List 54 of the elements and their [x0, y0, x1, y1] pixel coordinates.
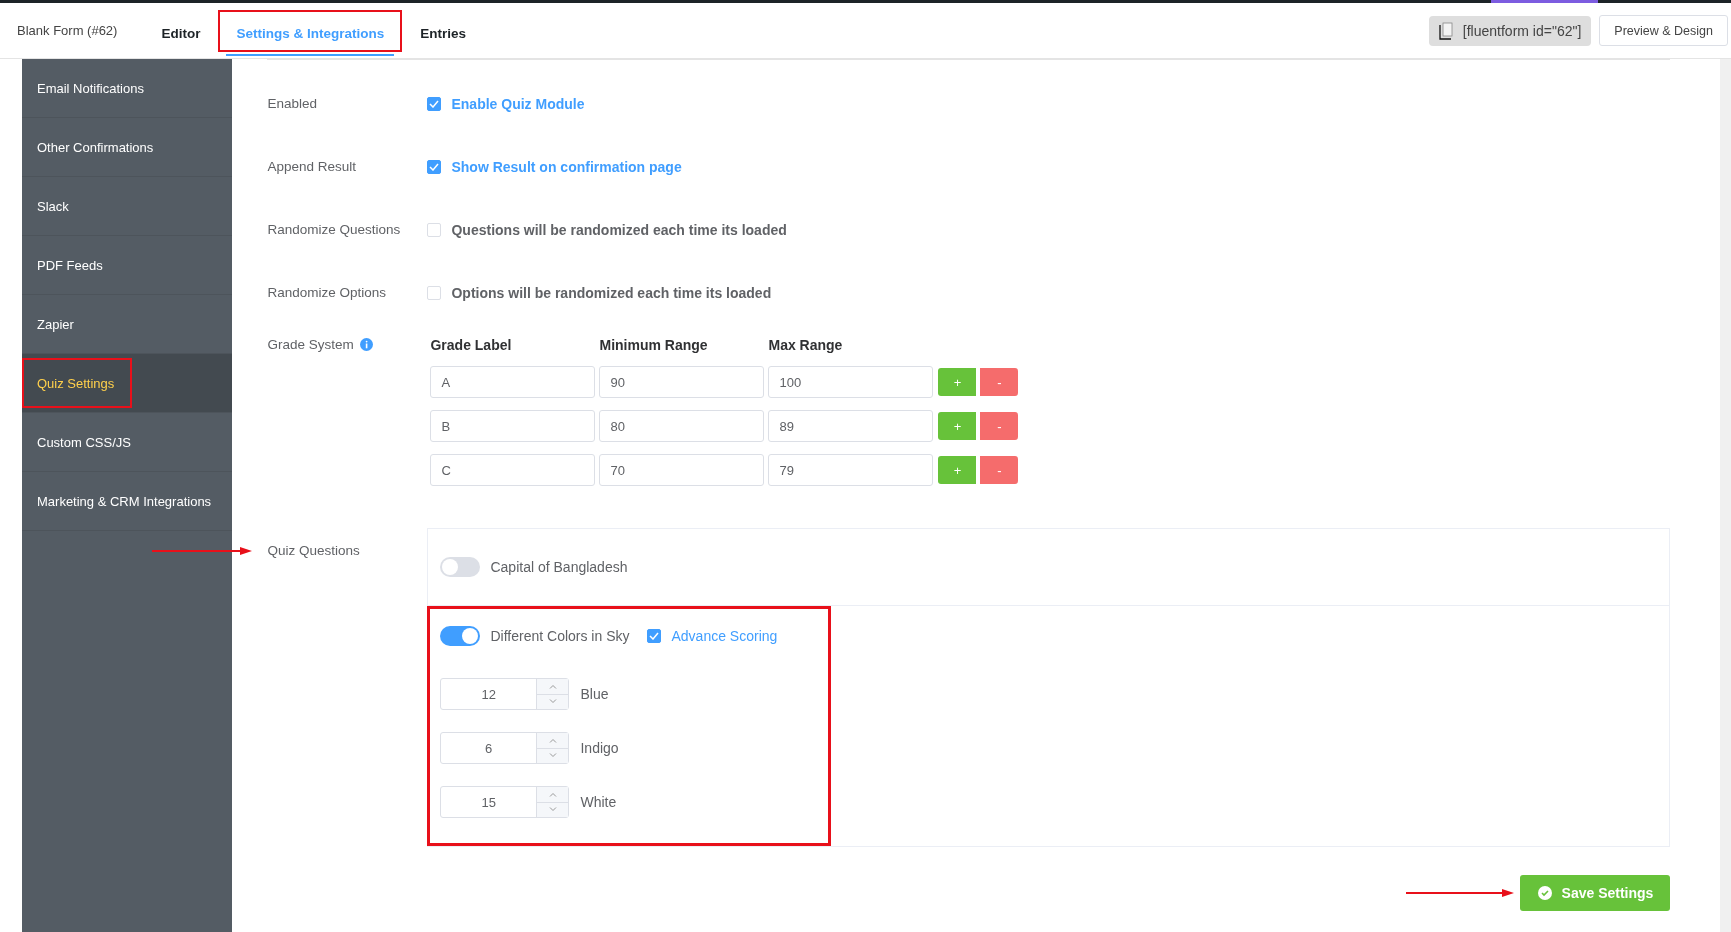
sidebar-item[interactable]: Slack — [22, 177, 233, 236]
toggle-switch[interactable] — [440, 557, 481, 577]
minimum-range-field[interactable]: 90 — [599, 366, 765, 398]
option-label: Blue — [580, 686, 609, 702]
sidebar-item[interactable]: PDF Feeds — [22, 236, 233, 295]
setting-label: Quiz Questions — [267, 543, 360, 558]
minimum-range-field[interactable]: 80 — [599, 410, 765, 442]
sidebar-item[interactable]: Custom CSS/JS — [22, 413, 233, 472]
checkbox[interactable] — [427, 159, 442, 174]
score-field[interactable]: 12 — [440, 678, 570, 710]
checkbox-label[interactable]: Options will be randomized each time its loaded — [451, 284, 772, 301]
checkbox[interactable] — [427, 96, 442, 111]
question-title: Different Colors in Sky — [490, 628, 630, 644]
tab[interactable]: Editor — [151, 13, 211, 56]
question-title: Capital of Bangladesh — [490, 559, 628, 575]
preview-design-button[interactable]: Preview & Design — [1599, 15, 1728, 46]
option-label: Indigo — [580, 740, 619, 756]
setting-label: Grade System — [267, 337, 354, 352]
score-field[interactable]: 6 — [440, 732, 570, 764]
chevron-up-icon[interactable] — [548, 791, 557, 797]
checkbox[interactable] — [647, 629, 662, 643]
setting-label: Enabled — [267, 96, 318, 111]
score-field[interactable]: 15 — [440, 786, 570, 818]
setting-label: Randomize Questions — [267, 222, 402, 237]
toggle-switch[interactable] — [440, 626, 481, 646]
minimum-range-field[interactable]: 70 — [599, 454, 765, 486]
tab[interactable]: Entries — [410, 13, 476, 56]
sidebar-item[interactable]: Marketing & CRM Integrations — [22, 472, 233, 531]
grade-label-field[interactable]: C — [430, 454, 596, 486]
sidebar-item[interactable]: Other Confirmations — [22, 118, 233, 177]
column-header: Max Range — [768, 337, 844, 353]
sidebar-item[interactable]: Quiz Settings — [22, 354, 233, 413]
grade-label-field[interactable]: A — [430, 366, 596, 398]
grade-label-field[interactable]: B — [430, 410, 596, 442]
column-header: Minimum Range — [599, 337, 709, 353]
form-title: Blank Form (#62) — [17, 23, 118, 38]
info-icon — [359, 338, 373, 351]
max-range-field[interactable]: 79 — [768, 454, 934, 486]
chevron-up-icon[interactable] — [548, 737, 557, 743]
chevron-down-icon[interactable] — [548, 699, 557, 705]
check-circle-icon — [1537, 886, 1552, 900]
chevron-down-icon[interactable] — [548, 753, 557, 759]
column-header: Grade Label — [430, 337, 513, 353]
option-label: White — [580, 794, 617, 810]
shortcode-chip[interactable]: [fluentform id="62"] — [1428, 15, 1592, 46]
max-range-field[interactable]: 89 — [768, 410, 934, 442]
max-range-field[interactable]: 100 — [768, 366, 934, 398]
copy-icon — [1438, 21, 1453, 40]
chevron-up-icon[interactable] — [548, 683, 557, 689]
setting-label: Randomize Options — [267, 285, 388, 300]
setting-label: Append Result — [267, 159, 358, 174]
sidebar-item[interactable]: Email Notifications — [22, 59, 233, 118]
chevron-down-icon[interactable] — [548, 807, 557, 813]
checkbox-label[interactable]: Questions will be randomized each time its loaded — [451, 221, 787, 238]
